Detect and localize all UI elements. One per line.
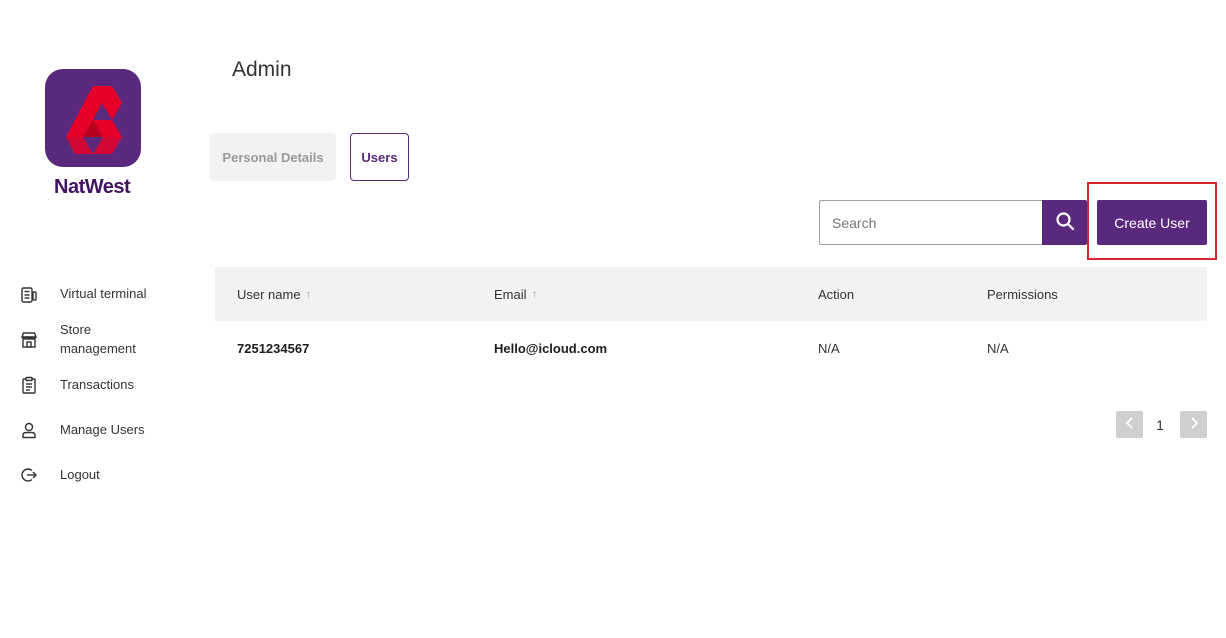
column-header-action: Action (818, 286, 855, 302)
sidebar-item-store-management[interactable]: Store management (20, 319, 200, 359)
search-button[interactable] (1042, 200, 1087, 245)
table-row[interactable]: 7251234567 Hello@icloud.com N/A N/A (215, 321, 1207, 375)
sort-arrow-icon: ↑ (531, 287, 538, 301)
pagination-current-page[interactable]: 1 (1151, 411, 1169, 438)
cell-permissions: N/A (987, 340, 1009, 356)
user-icon (20, 421, 38, 439)
cell-username: 7251234567 (237, 340, 310, 356)
users-table: User name ↑ Email ↑ Action Permissions 7… (215, 267, 1207, 375)
tab-personal-details[interactable]: Personal Details (210, 133, 336, 181)
column-header-label: User name (237, 286, 301, 302)
table-header: User name ↑ Email ↑ Action Permissions (215, 267, 1207, 321)
tab-users[interactable]: Users (350, 133, 409, 181)
cell-action: N/A (818, 340, 840, 356)
sidebar-item-virtual-terminal[interactable]: Virtual terminal (20, 284, 200, 304)
cell-email: Hello@icloud.com (494, 340, 608, 356)
create-user-button[interactable]: Create User (1097, 200, 1207, 245)
sidebar-item-label: Store management (60, 322, 136, 356)
sidebar-item-manage-users[interactable]: Manage Users (20, 420, 200, 440)
search-icon (1055, 211, 1075, 234)
card-terminal-icon (20, 286, 38, 304)
sidebar-item-label: Transactions (60, 377, 134, 392)
sidebar-item-transactions[interactable]: Transactions (20, 375, 200, 395)
sidebar-item-logout[interactable]: Logout (20, 465, 200, 485)
sidebar-item-label: Manage Users (60, 422, 145, 437)
page-title: Admin (232, 58, 292, 81)
pagination-next-button[interactable] (1180, 411, 1207, 438)
clipboard-icon (20, 376, 38, 394)
brand-name: NatWest (54, 176, 131, 198)
sort-arrow-icon: ↑ (305, 287, 312, 301)
search-input[interactable] (819, 200, 1045, 245)
store-icon (20, 331, 38, 349)
column-header-label: Email (494, 286, 527, 302)
logout-icon (20, 466, 38, 484)
column-header-email[interactable]: Email ↑ (494, 267, 538, 321)
chevron-left-icon (1125, 417, 1135, 432)
pagination-prev-button[interactable] (1116, 411, 1143, 438)
column-header-username[interactable]: User name ↑ (237, 267, 312, 321)
sidebar-item-label: Logout (60, 467, 100, 482)
natwest-logo-icon (44, 68, 142, 168)
sidebar-item-label: Virtual terminal (60, 286, 147, 301)
column-header-permissions: Permissions (987, 286, 1058, 302)
chevron-right-icon (1189, 417, 1199, 432)
